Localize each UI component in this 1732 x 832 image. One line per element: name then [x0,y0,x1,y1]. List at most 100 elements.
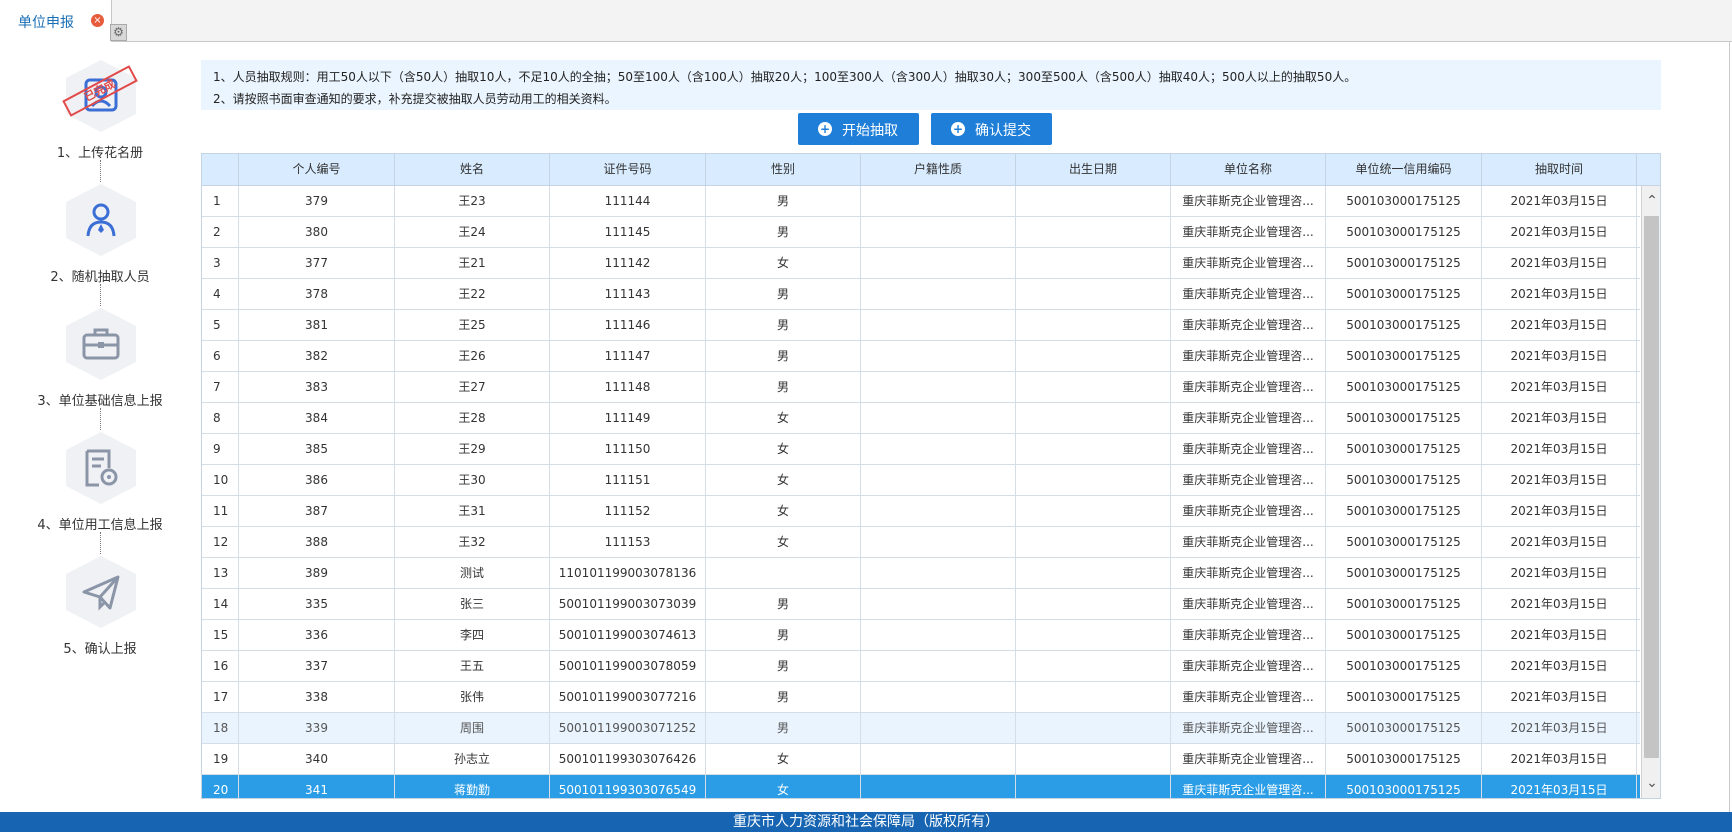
cell-household-type [861,589,1016,619]
table-row[interactable]: 20 341 蒋勤勤 500101199303076549 女 重庆菲斯克企业管理咨...… [202,775,1640,798]
cell-unit-credit-code: 500103000175125 [1326,279,1482,309]
table-row[interactable]: 11 387 王31 111152 女 重庆菲斯克企业管理咨... 500103000175… [202,496,1640,527]
table-row[interactable]: 16 337 王五 500101199003078059 男 重庆菲斯克企业管理咨... 5… [202,651,1640,682]
cell-birth-date [1016,341,1171,371]
table-row[interactable]: 12 388 王32 111153 女 重庆菲斯克企业管理咨... 500103000175… [202,527,1640,558]
cell-unit-name: 重庆菲斯克企业管理咨... [1171,372,1326,402]
table-row[interactable]: 7 383 王27 111148 男 重庆菲斯克企业管理咨... 5001030001751… [202,372,1640,403]
table-row[interactable]: 5 381 王25 111146 男 重庆菲斯克企业管理咨... 5001030001751… [202,310,1640,341]
table-row[interactable]: 13 389 测试 110101199003078136 重庆菲斯克企业管理咨... 50… [202,558,1640,589]
cell-name: 王30 [395,465,550,495]
gear-icon[interactable]: ⚙ [110,24,127,41]
scrollbar-thumb[interactable] [1644,216,1659,758]
cell-name: 张三 [395,589,550,619]
cell-extract-time: 2021年03月15日 [1482,713,1637,743]
column-header-person-id[interactable]: 个人编号 [239,154,395,185]
close-icon[interactable]: × [91,14,104,27]
cell-name: 王五 [395,651,550,681]
cell-extract-time: 2021年03月15日 [1482,434,1637,464]
cell-household-type [861,341,1016,371]
cell-household-type [861,744,1016,774]
cell-id-number: 111150 [550,434,706,464]
notice-line-1: 1、人员抽取规则：用工50人以下（含50人）抽取10人，不足10人的全抽；50至… [213,70,1357,84]
table-row[interactable]: 3 377 王21 111142 女 重庆菲斯克企业管理咨... 5001030001751… [202,248,1640,279]
cell-unit-credit-code: 500103000175125 [1326,217,1482,247]
table-row[interactable]: 9 385 王29 111150 女 重庆菲斯克企业管理咨... 5001030001751… [202,434,1640,465]
column-header-name[interactable]: 姓名 [395,154,550,185]
confirm-submit-button[interactable]: + 确认提交 [931,113,1052,145]
cell-extract-time: 2021年03月15日 [1482,341,1637,371]
cell-household-type [861,496,1016,526]
tab-unit-report[interactable]: 单位申报 × [0,0,112,42]
cell-birth-date [1016,589,1171,619]
cell-person-id: 383 [239,372,395,402]
cell-household-type [861,403,1016,433]
table-row[interactable]: 4 378 王22 111143 男 重庆菲斯克企业管理咨... 5001030001751… [202,279,1640,310]
cell-birth-date [1016,217,1171,247]
page-border [1729,42,1730,812]
cell-id-number: 111144 [550,186,706,216]
step-label: 3、单位基础信息上报 [37,394,163,409]
step-label: 2、随机抽取人员 [50,270,150,285]
table-row[interactable]: 2 380 王24 111145 男 重庆菲斯克企业管理咨... 5001030001751… [202,217,1640,248]
cell-unit-credit-code: 500103000175125 [1326,682,1482,712]
cell-id-number: 111145 [550,217,706,247]
cell-name: 张伟 [395,682,550,712]
button-label: 确认提交 [975,123,1031,139]
table-row[interactable]: 6 382 王26 111147 男 重庆菲斯克企业管理咨... 5001030001751… [202,341,1640,372]
cell-gender: 男 [706,589,861,619]
table-row[interactable]: 19 340 孙志立 500101199303076426 女 重庆菲斯克企业管理咨...… [202,744,1640,775]
plus-circle-icon: + [951,122,965,136]
column-header-birth-date[interactable]: 出生日期 [1016,154,1171,185]
cell-unit-credit-code: 500103000175125 [1326,589,1482,619]
cell-unit-name: 重庆菲斯克企业管理咨... [1171,744,1326,774]
cell-id-number: 500101199303076549 [550,775,706,798]
column-header-unit-name[interactable]: 单位名称 [1171,154,1326,185]
table-row[interactable]: 15 336 李四 500101199003074613 男 重庆菲斯克企业管理咨... 5… [202,620,1640,651]
scroll-down-icon[interactable]: ⌄ [1645,776,1659,790]
cell-gender: 男 [706,186,861,216]
cell-unit-credit-code: 500103000175125 [1326,713,1482,743]
vertical-scrollbar[interactable]: ⌃ ⌄ [1641,186,1660,798]
cell-id-number: 111153 [550,527,706,557]
cell-gender: 女 [706,248,861,278]
step-connector [100,284,101,306]
cell-row-number: 15 [202,620,239,650]
cell-person-id: 341 [239,775,395,798]
table-row[interactable]: 14 335 张三 500101199003073039 男 重庆菲斯克企业管理咨... 5… [202,589,1640,620]
cell-id-number: 111148 [550,372,706,402]
cell-birth-date [1016,279,1171,309]
column-header-gender[interactable]: 性别 [706,154,861,185]
column-header-extract-time[interactable]: 抽取时间 [1482,154,1637,185]
table-row[interactable]: 17 338 张伟 500101199003077216 男 重庆菲斯克企业管理咨... 5… [202,682,1640,713]
cell-birth-date [1016,682,1171,712]
column-header-row-number[interactable] [202,154,239,185]
table-row[interactable]: 18 339 周围 500101199003071252 男 重庆菲斯克企业管理咨... 5… [202,713,1640,744]
cell-gender: 男 [706,620,861,650]
cell-id-number: 111152 [550,496,706,526]
column-header-household-type[interactable]: 户籍性质 [861,154,1016,185]
cell-extract-time: 2021年03月15日 [1482,465,1637,495]
cell-person-id: 339 [239,713,395,743]
start-extract-button[interactable]: + 开始抽取 [798,113,919,145]
table-row[interactable]: 10 386 王30 111151 女 重庆菲斯克企业管理咨... 500103000175… [202,465,1640,496]
cell-household-type [861,713,1016,743]
table-row[interactable]: 1 379 王23 111144 男 重庆菲斯克企业管理咨... 5001030001751… [202,186,1640,217]
cell-birth-date [1016,775,1171,798]
scroll-up-icon[interactable]: ⌃ [1645,194,1659,208]
cell-row-number: 6 [202,341,239,371]
column-header-unit-credit-code[interactable]: 单位统一信用编码 [1326,154,1482,185]
column-header-id-number[interactable]: 证件号码 [550,154,706,185]
cell-unit-credit-code: 500103000175125 [1326,403,1482,433]
cell-birth-date [1016,496,1171,526]
table-row[interactable]: 8 384 王28 111149 女 重庆菲斯克企业管理咨... 5001030001751… [202,403,1640,434]
cell-row-number: 4 [202,279,239,309]
cell-name: 王25 [395,310,550,340]
cell-gender: 男 [706,310,861,340]
cell-gender: 女 [706,496,861,526]
cell-name: 王28 [395,403,550,433]
cell-name: 蒋勤勤 [395,775,550,798]
cell-household-type [861,775,1016,798]
cell-person-id: 335 [239,589,395,619]
cell-row-number: 13 [202,558,239,588]
